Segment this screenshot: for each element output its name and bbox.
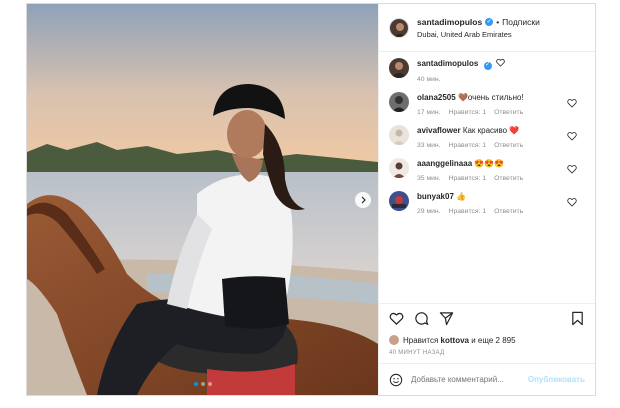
- post-location[interactable]: Dubai, United Arab Emirates: [417, 30, 540, 39]
- verified-icon: ✓: [485, 17, 494, 26]
- smiley-icon[interactable]: [389, 373, 403, 387]
- liker-avatar: [389, 335, 399, 345]
- post-header: santadimopulos ✓ • Подписки Dubai, Unite…: [379, 4, 595, 52]
- post-sidebar: santadimopulos ✓ • Подписки Dubai, Unite…: [378, 4, 595, 395]
- paper-plane-icon[interactable]: [439, 311, 454, 326]
- comment-emoji: 👍: [456, 191, 467, 201]
- comment-text: очень стильно!: [467, 92, 524, 102]
- add-comment-bar: Опубликовать: [379, 363, 595, 395]
- comment-emoji: ❤️: [509, 125, 520, 135]
- page: santadimopulos ✓ • Подписки Dubai, Unite…: [0, 0, 620, 408]
- heart-icon[interactable]: [567, 131, 577, 141]
- carousel-next-button[interactable]: [355, 192, 371, 208]
- likes-summary[interactable]: Нравится kottova и еще 2 895: [379, 333, 595, 347]
- comments-list: santadimopulos ✓ 40 мин. olana2505 🤎очен…: [379, 52, 595, 303]
- comment-time[interactable]: 40 мин.: [417, 76, 441, 83]
- post-timestamp: 40 МИНУТ НАЗАД: [389, 350, 445, 356]
- verified-icon: ✓: [483, 61, 492, 70]
- comment-input[interactable]: [411, 375, 528, 384]
- comment-likes[interactable]: Нравится: 1: [449, 208, 487, 215]
- comment-item: avivaflower Как красиво ❤️ 33 мин. Нравит…: [389, 124, 585, 149]
- comment-time[interactable]: 29 мин.: [417, 208, 441, 215]
- comment-likes[interactable]: Нравится: 1: [449, 109, 487, 116]
- comment-username[interactable]: aaanggelinaaa: [417, 159, 472, 168]
- carousel-dot: [207, 382, 212, 386]
- post-modal: santadimopulos ✓ • Подписки Dubai, Unite…: [26, 3, 596, 396]
- heart-icon[interactable]: [567, 98, 577, 108]
- caption: santadimopulos ✓ 40 мин.: [389, 58, 585, 83]
- comment-item: aaanggelinaaa 😍😍😍 35 мин. Нравится: 1 Отве…: [389, 157, 585, 182]
- liker-username[interactable]: kottova: [441, 336, 469, 345]
- caption-username[interactable]: santadimopulos: [417, 59, 478, 68]
- heart-icon[interactable]: [567, 164, 577, 174]
- post-actions: [379, 303, 595, 333]
- comment-item: bunyak07 👍 29 мин. Нравится: 1 Ответить: [389, 190, 585, 215]
- commenter-avatar[interactable]: [389, 124, 409, 145]
- commenter-avatar[interactable]: [389, 91, 409, 112]
- separator-dot: •: [496, 16, 500, 27]
- bookmark-icon[interactable]: [570, 311, 585, 326]
- likes-suffix[interactable]: и еще 2 895: [471, 336, 515, 345]
- author-avatar[interactable]: [389, 17, 409, 38]
- comment-time[interactable]: 33 мин.: [417, 142, 441, 149]
- author-username[interactable]: santadimopulos: [417, 17, 482, 27]
- comment-likes[interactable]: Нравится: 1: [449, 175, 487, 182]
- comment-icon[interactable]: [414, 311, 429, 326]
- comment-item: olana2505 🤎очень стильно! 17 мин. Нравитс…: [389, 91, 585, 116]
- comment-text: Как красиво: [462, 125, 508, 135]
- comment-time[interactable]: 35 мин.: [417, 175, 441, 182]
- reply-button[interactable]: Ответить: [494, 109, 523, 116]
- author-avatar[interactable]: [389, 58, 409, 78]
- reply-button[interactable]: Ответить: [494, 175, 523, 182]
- comment-time[interactable]: 17 мин.: [417, 109, 441, 116]
- comment-likes[interactable]: Нравится: 1: [449, 142, 487, 149]
- comment-username[interactable]: avivaflower: [417, 126, 461, 135]
- publish-button[interactable]: Опубликовать: [528, 375, 585, 384]
- heart-icon[interactable]: [567, 197, 577, 207]
- heart-outline-icon: [496, 58, 505, 67]
- heart-icon[interactable]: [389, 311, 404, 326]
- carousel-dot: [193, 382, 198, 386]
- chevron-right-icon: [361, 196, 366, 204]
- carousel-dot: [200, 382, 205, 386]
- commenter-avatar[interactable]: [389, 157, 409, 178]
- commenter-avatar[interactable]: [389, 190, 409, 211]
- reply-button[interactable]: Ответить: [494, 208, 523, 215]
- comment-emoji: 🤎: [457, 92, 468, 102]
- photo-image: [27, 4, 378, 395]
- reply-button[interactable]: Ответить: [494, 142, 523, 149]
- comment-username[interactable]: bunyak07: [417, 192, 454, 201]
- carousel-dots: [27, 382, 378, 386]
- following-button[interactable]: Подписки: [502, 17, 540, 27]
- likes-prefix: Нравится: [403, 335, 439, 345]
- comment-emoji: 😍😍😍: [474, 158, 505, 168]
- post-photo[interactable]: [27, 4, 378, 395]
- comment-username[interactable]: olana2505: [417, 93, 456, 102]
